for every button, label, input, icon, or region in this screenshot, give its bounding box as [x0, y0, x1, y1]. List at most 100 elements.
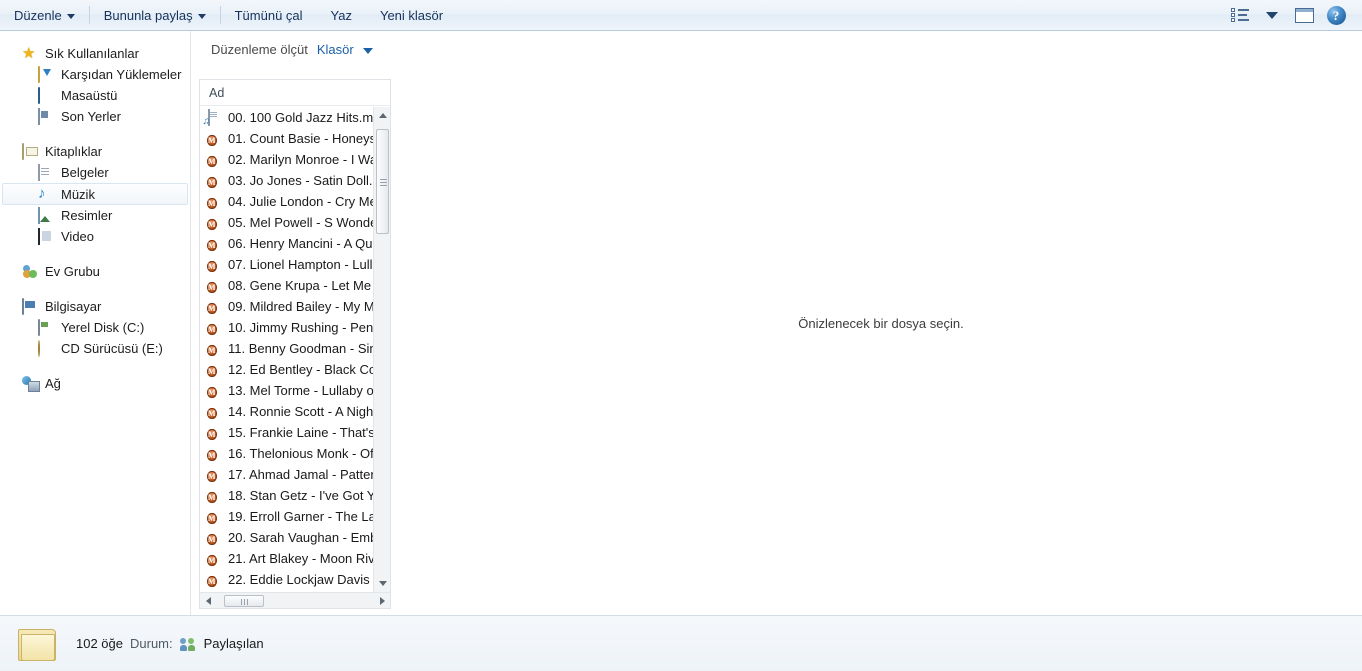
- file-list-item[interactable]: M 13. Mel Torme - Lullaby of B: [200, 380, 373, 401]
- file-list-item[interactable]: M 19. Erroll Garner - The Lady I: [200, 506, 373, 527]
- file-list-item[interactable]: M 14. Ronnie Scott - A Night In: [200, 401, 373, 422]
- file-name: 19. Erroll Garner - The Lady I: [228, 509, 373, 524]
- nav-group-libraries: Kitaplıklar Belgeler ♪ Müzik Resimler Vi…: [0, 141, 190, 247]
- burn-button[interactable]: Yaz: [317, 0, 366, 30]
- scroll-left-button[interactable]: [200, 593, 216, 608]
- sidebar-item-cd-drive-e[interactable]: CD Sürücüsü (E:): [0, 338, 190, 359]
- sidebar-item-label: Yerel Disk (C:): [61, 320, 145, 335]
- mp3-audio-icon: M: [207, 177, 217, 188]
- sidebar-item-homegroup[interactable]: Ev Grubu: [0, 261, 190, 282]
- mp3-audio-icon: M: [207, 135, 217, 146]
- share-with-button[interactable]: Bununla paylaş: [90, 0, 220, 30]
- sidebar-item-documents[interactable]: Belgeler: [0, 162, 190, 183]
- vertical-scrollbar-thumb[interactable]: [376, 129, 389, 234]
- file-name: 09. Mildred Bailey - My Mela: [228, 299, 373, 314]
- item-count: 102 öğe: [76, 636, 123, 651]
- file-list-item[interactable]: M 12. Ed Bentley - Black Coffee: [200, 359, 373, 380]
- nav-group-network: Ağ: [0, 373, 190, 394]
- documents-icon: [38, 163, 54, 181]
- file-list-item[interactable]: M 01. Count Basie - Honeysucl: [200, 128, 373, 149]
- file-list-item[interactable]: M 04. Julie London - Cry Me a: [200, 191, 373, 212]
- sidebar-item-pictures[interactable]: Resimler: [0, 205, 190, 226]
- file-list-item[interactable]: 00. 100 Gold Jazz Hits.m3u: [200, 107, 373, 128]
- mp3-audio-icon: M: [207, 366, 217, 377]
- file-list-item[interactable]: M 06. Henry Mancini - A Quiet: [200, 233, 373, 254]
- mp3-audio-icon: M: [207, 576, 217, 587]
- file-list-item[interactable]: M 21. Art Blakey - Moon River.: [200, 548, 373, 569]
- desktop-icon: [38, 86, 54, 104]
- file-name: 08. Gene Krupa - Let Me Off: [228, 278, 373, 293]
- file-list-item[interactable]: M 02. Marilyn Monroe - I Wann: [200, 149, 373, 170]
- file-list-item[interactable]: M 08. Gene Krupa - Let Me Off: [200, 275, 373, 296]
- mp3-audio-icon: M: [207, 534, 217, 545]
- file-list-item[interactable]: M 17. Ahmad Jamal - Patterns.: [200, 464, 373, 485]
- organize-button[interactable]: Düzenle: [0, 0, 89, 30]
- horizontal-scrollbar[interactable]: [200, 592, 390, 608]
- file-list-item[interactable]: M 11. Benny Goodman - Sing S: [200, 338, 373, 359]
- file-name: 06. Henry Mancini - A Quiet: [228, 236, 373, 251]
- mp3-audio-icon: M: [207, 387, 217, 398]
- play-all-button[interactable]: Tümünü çal: [221, 0, 317, 30]
- change-view-dropdown[interactable]: [1256, 1, 1288, 29]
- toolbar-right-group: ?: [1224, 1, 1362, 29]
- mp3-audio-icon: M: [207, 429, 217, 440]
- m3u-playlist-icon: [207, 109, 222, 126]
- sidebar-item-local-disk-c[interactable]: Yerel Disk (C:): [0, 317, 190, 338]
- sidebar-item-favorites[interactable]: ★ Sık Kullanılanlar: [0, 43, 190, 64]
- navigation-pane[interactable]: ★ Sık Kullanılanlar Karşıdan Yüklemeler …: [0, 31, 190, 615]
- nav-group-computer: Bilgisayar Yerel Disk (C:) CD Sürücüsü (…: [0, 296, 190, 359]
- horizontal-scrollbar-thumb[interactable]: [224, 595, 264, 607]
- file-list-item[interactable]: M 03. Jo Jones - Satin Doll.mp3: [200, 170, 373, 191]
- file-name: 04. Julie London - Cry Me a: [228, 194, 373, 209]
- computer-icon: [22, 297, 38, 315]
- file-name: 20. Sarah Vaughan - Embrac: [228, 530, 373, 545]
- sidebar-item-recent-places[interactable]: Son Yerler: [0, 106, 190, 127]
- scroll-right-button[interactable]: [374, 593, 390, 608]
- change-view-button[interactable]: [1224, 1, 1256, 29]
- scroll-up-button[interactable]: [374, 107, 391, 124]
- mp3-audio-icon: M: [207, 408, 217, 419]
- status-label: Durum:: [130, 636, 173, 651]
- file-list-item[interactable]: M 20. Sarah Vaughan - Embrac: [200, 527, 373, 548]
- chevron-down-icon[interactable]: [362, 47, 373, 54]
- explorer-window: Düzenle Bununla paylaş Tümünü çal Yaz Ye…: [0, 0, 1362, 671]
- file-name: 07. Lionel Hampton - Lullab: [228, 257, 373, 272]
- mp3-audio-icon: M: [207, 282, 217, 293]
- file-name: 12. Ed Bentley - Black Coffee: [228, 362, 373, 377]
- file-list-item[interactable]: M 09. Mildred Bailey - My Mela: [200, 296, 373, 317]
- video-icon: [38, 227, 54, 245]
- help-button[interactable]: ?: [1320, 1, 1352, 29]
- column-header-name[interactable]: Ad: [200, 80, 390, 106]
- sidebar-item-label: Ev Grubu: [45, 264, 100, 279]
- file-list-item[interactable]: M 15. Frankie Laine - That's My: [200, 422, 373, 443]
- preview-pane: Önizlenecek bir dosya seçin.: [400, 31, 1362, 615]
- sidebar-item-desktop[interactable]: Masaüstü: [0, 85, 190, 106]
- sidebar-item-video[interactable]: Video: [0, 226, 190, 247]
- mp3-audio-icon: M: [207, 450, 217, 461]
- file-list-item[interactable]: M 10. Jimmy Rushing - Pennie: [200, 317, 373, 338]
- scroll-down-button[interactable]: [374, 575, 391, 592]
- sidebar-item-computer[interactable]: Bilgisayar: [0, 296, 190, 317]
- sidebar-item-downloads[interactable]: Karşıdan Yüklemeler: [0, 64, 190, 85]
- new-folder-button[interactable]: Yeni klasör: [366, 0, 457, 30]
- sidebar-item-music[interactable]: ♪ Müzik: [2, 183, 188, 205]
- hard-disk-icon: [38, 318, 54, 336]
- file-rows-container: 00. 100 Gold Jazz Hits.m3u M 01. Count Bas…: [200, 107, 373, 592]
- arrange-by-value[interactable]: Klasör: [317, 42, 354, 57]
- mp3-audio-icon: M: [207, 492, 217, 503]
- sidebar-item-label: Son Yerler: [61, 109, 121, 124]
- file-list-item[interactable]: M 22. Eddie Lockjaw Davis - Be: [200, 569, 373, 590]
- file-list-item[interactable]: M 16. Thelonious Monk - Off M: [200, 443, 373, 464]
- file-list-frame: Ad 00. 100 Gold Jazz Hits.m3u M 01. Count …: [199, 79, 391, 609]
- preview-pane-button[interactable]: [1288, 1, 1320, 29]
- file-list-item[interactable]: M 18. Stan Getz - I've Got You U: [200, 485, 373, 506]
- file-list-item[interactable]: M 05. Mel Powell - S Wonderfu: [200, 212, 373, 233]
- network-icon: [22, 376, 38, 392]
- sidebar-item-network[interactable]: Ağ: [0, 373, 190, 394]
- sidebar-item-libraries[interactable]: Kitaplıklar: [0, 141, 190, 162]
- status-badge: Paylaşılan: [203, 636, 264, 651]
- file-name: 03. Jo Jones - Satin Doll.mp3: [228, 173, 373, 188]
- file-list-item[interactable]: M 07. Lionel Hampton - Lullab: [200, 254, 373, 275]
- column-header-label: Ad: [209, 85, 225, 100]
- vertical-scrollbar[interactable]: [373, 107, 390, 592]
